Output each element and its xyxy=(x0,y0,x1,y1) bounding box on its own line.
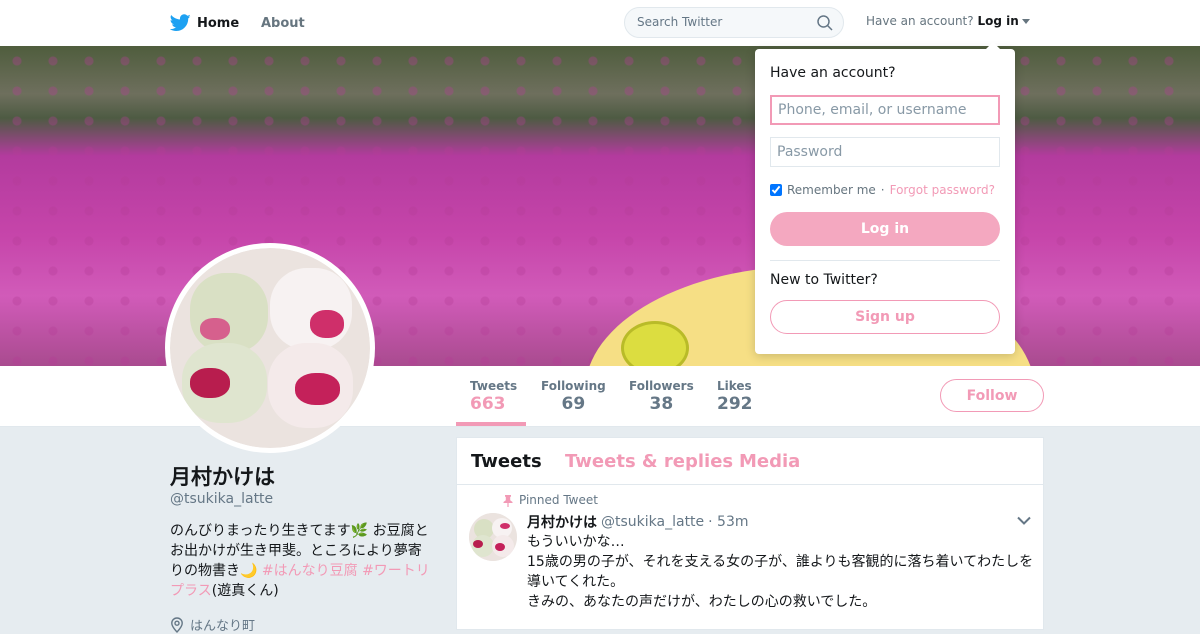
signup-button[interactable]: Sign up xyxy=(770,300,1000,334)
separator-dot: · xyxy=(880,183,885,197)
moon-emoji-icon: 🌙 xyxy=(240,563,258,579)
avatar-heart xyxy=(295,373,340,405)
stat-label: Following xyxy=(541,379,606,393)
hashtag-link[interactable]: #はんなり豆腐 xyxy=(262,563,358,579)
tweet-line: きみの、あなたの声だけが、わたしの心の救いでした。 xyxy=(527,594,877,610)
timeline-tabs: Tweets Tweets & replies Media xyxy=(457,438,1043,485)
remember-me-row: Remember me · Forgot password? xyxy=(770,183,995,197)
active-stat-indicator xyxy=(456,422,526,426)
dropdown-title: Have an account? xyxy=(770,65,896,81)
forgot-password-link[interactable]: Forgot password? xyxy=(890,183,995,197)
tab-tweets-replies[interactable]: Tweets & replies xyxy=(565,451,733,472)
stat-value: 69 xyxy=(561,394,586,414)
profile-handle: @tsukika_latte xyxy=(170,491,274,507)
profile-location: はんなり町 xyxy=(170,615,255,634)
tweet-avatar-image xyxy=(469,513,517,561)
pinned-text: Pinned Tweet xyxy=(519,493,598,507)
tweet-author-name[interactable]: 月村かけは xyxy=(527,512,597,532)
top-navigation-bar: Home About Have an account? Log in xyxy=(0,0,1200,47)
stat-value: 292 xyxy=(717,394,753,414)
password-field[interactable] xyxy=(770,137,1000,167)
twitter-bird-icon xyxy=(170,14,191,31)
chevron-down-icon[interactable] xyxy=(1017,516,1031,525)
pin-icon xyxy=(503,494,513,507)
tweet-avatar[interactable] xyxy=(469,513,517,561)
stat-likes[interactable]: Likes 292 xyxy=(717,379,753,414)
location-pin-icon xyxy=(171,616,183,633)
tab-tweets[interactable]: Tweets xyxy=(471,451,542,472)
stat-followers[interactable]: Followers 38 xyxy=(629,379,694,414)
tweet-header: 月村かけは @tsukika_latte · 53m xyxy=(527,512,749,532)
banner-strawberry-decoration xyxy=(621,321,689,366)
nav-home-label: Home xyxy=(197,15,240,31)
pinned-tweet-label: Pinned Tweet xyxy=(503,493,598,507)
avatar-plush-white xyxy=(270,268,352,350)
profile-avatar[interactable] xyxy=(165,243,375,453)
stat-following[interactable]: Following 69 xyxy=(541,379,606,414)
herb-emoji-icon: 🌿 xyxy=(350,523,369,539)
tweet-text: もういいかな… 15歳の男の子が、それを支える女の子が、誰よりも客観的に落ち着い… xyxy=(527,532,1037,612)
tab-media[interactable]: Media xyxy=(739,451,800,472)
tweet-timeline: Tweets Tweets & replies Media Pinned Twe… xyxy=(456,437,1044,630)
account-menu[interactable]: Have an account? Log in xyxy=(866,14,1030,28)
stat-label: Tweets xyxy=(470,379,518,393)
nav-home[interactable]: Home xyxy=(170,0,239,46)
stat-label: Likes xyxy=(717,379,752,393)
avatar-plush-green xyxy=(190,273,268,353)
profile-bio: のんびりまったり生きてます🌿 お豆腐とお出かけが生き甲斐。ところにより夢寄りの物… xyxy=(170,521,432,601)
tweet-line: もういいかな… xyxy=(527,534,625,550)
avatar-heart xyxy=(200,318,230,340)
username-field[interactable] xyxy=(770,95,1000,125)
follow-button[interactable]: Follow xyxy=(940,379,1044,412)
login-dropdown: Have an account? Remember me · Forgot pa… xyxy=(755,42,1015,354)
account-prompt: Have an account? xyxy=(866,14,974,28)
remember-me-checkbox[interactable] xyxy=(770,184,782,196)
avatar-image xyxy=(170,248,370,448)
tweet-line: 15歳の男の子が、それを支える女の子が、誰よりも客観的に落ち着いてわたしを導いて… xyxy=(527,554,1034,590)
dropdown-divider xyxy=(770,260,1000,261)
avatar-heart xyxy=(190,368,230,398)
nav-about[interactable]: About xyxy=(261,0,305,46)
search-input[interactable] xyxy=(637,15,807,29)
caret-down-icon[interactable] xyxy=(1021,19,1030,24)
stat-value: 38 xyxy=(649,394,674,414)
tweet-author-handle[interactable]: @tsukika_latte xyxy=(601,514,704,530)
location-text: はんなり町 xyxy=(190,619,256,634)
search-box[interactable] xyxy=(624,7,844,38)
avatar-heart xyxy=(310,310,344,338)
bio-text: (遊真くん) xyxy=(211,583,279,599)
bio-text: のんびりまったり生きてます xyxy=(170,523,351,539)
stat-value: 663 xyxy=(470,394,506,414)
tweet-timestamp[interactable]: · 53m xyxy=(708,514,748,530)
stat-tweets[interactable]: Tweets 663 xyxy=(470,379,517,414)
login-button[interactable]: Log in xyxy=(770,212,1000,246)
new-to-twitter-text: New to Twitter? xyxy=(770,272,878,288)
remember-me-label[interactable]: Remember me xyxy=(787,183,876,197)
login-link[interactable]: Log in xyxy=(977,14,1018,28)
profile-name: 月村かけは xyxy=(170,465,275,489)
stat-label: Followers xyxy=(629,379,694,393)
search-icon[interactable] xyxy=(817,15,833,31)
